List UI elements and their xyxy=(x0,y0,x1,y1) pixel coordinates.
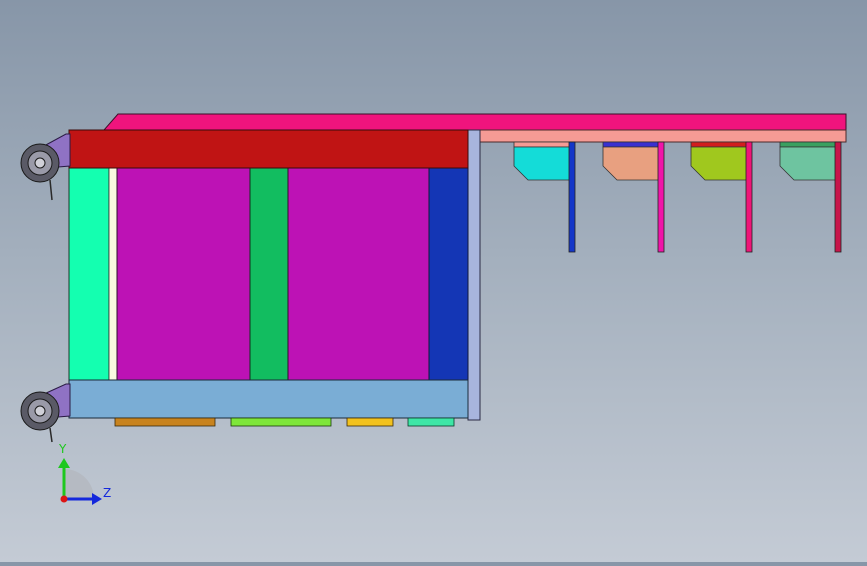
triad-x-origin xyxy=(60,495,68,503)
tray-2-post xyxy=(657,141,665,253)
tray-1-body xyxy=(513,146,571,181)
tray-1-post xyxy=(568,141,576,253)
triad-quarter-disc xyxy=(64,469,94,499)
cart-bottom-frame xyxy=(68,379,469,419)
panel-magenta-1 xyxy=(116,167,251,381)
assembly-drawing xyxy=(20,113,847,505)
tray-3-lid xyxy=(690,141,748,148)
side-panel-strip xyxy=(108,167,118,381)
triad-z-label: Z xyxy=(103,486,112,500)
panel-magenta-2 xyxy=(287,167,430,381)
caster-upper xyxy=(20,133,71,201)
top-rail xyxy=(102,113,847,131)
triad-y-arrow xyxy=(58,458,70,468)
foot-green xyxy=(230,417,332,427)
tray-4-post xyxy=(834,141,842,253)
tray-2 xyxy=(602,141,665,253)
panel-blue-right xyxy=(428,167,469,381)
foot-orange xyxy=(114,417,216,427)
foot-yellow xyxy=(346,417,394,427)
panel-green-divider xyxy=(249,167,289,381)
tray-3 xyxy=(690,141,753,253)
tray-2-lid xyxy=(602,141,660,148)
tray-4-body xyxy=(779,146,837,181)
tray-4-lid xyxy=(779,141,837,148)
cart-top-frame xyxy=(68,129,469,169)
side-panel-left xyxy=(68,167,110,381)
triad-y-label: Y xyxy=(59,442,67,456)
cad-viewport[interactable]: Y Z xyxy=(0,0,867,562)
tray-1-lid xyxy=(513,141,571,148)
foot-teal xyxy=(407,417,455,427)
tray-rail xyxy=(469,129,847,143)
tray-4 xyxy=(779,141,842,253)
end-plate xyxy=(467,129,481,421)
tray-3-post xyxy=(745,141,753,253)
tray-1 xyxy=(513,141,576,253)
tray-2-body xyxy=(602,146,660,181)
caster-lower xyxy=(20,383,71,443)
orientation-triad[interactable] xyxy=(58,458,102,505)
tray-3-body xyxy=(690,146,748,181)
triad-z-arrow xyxy=(92,493,102,505)
